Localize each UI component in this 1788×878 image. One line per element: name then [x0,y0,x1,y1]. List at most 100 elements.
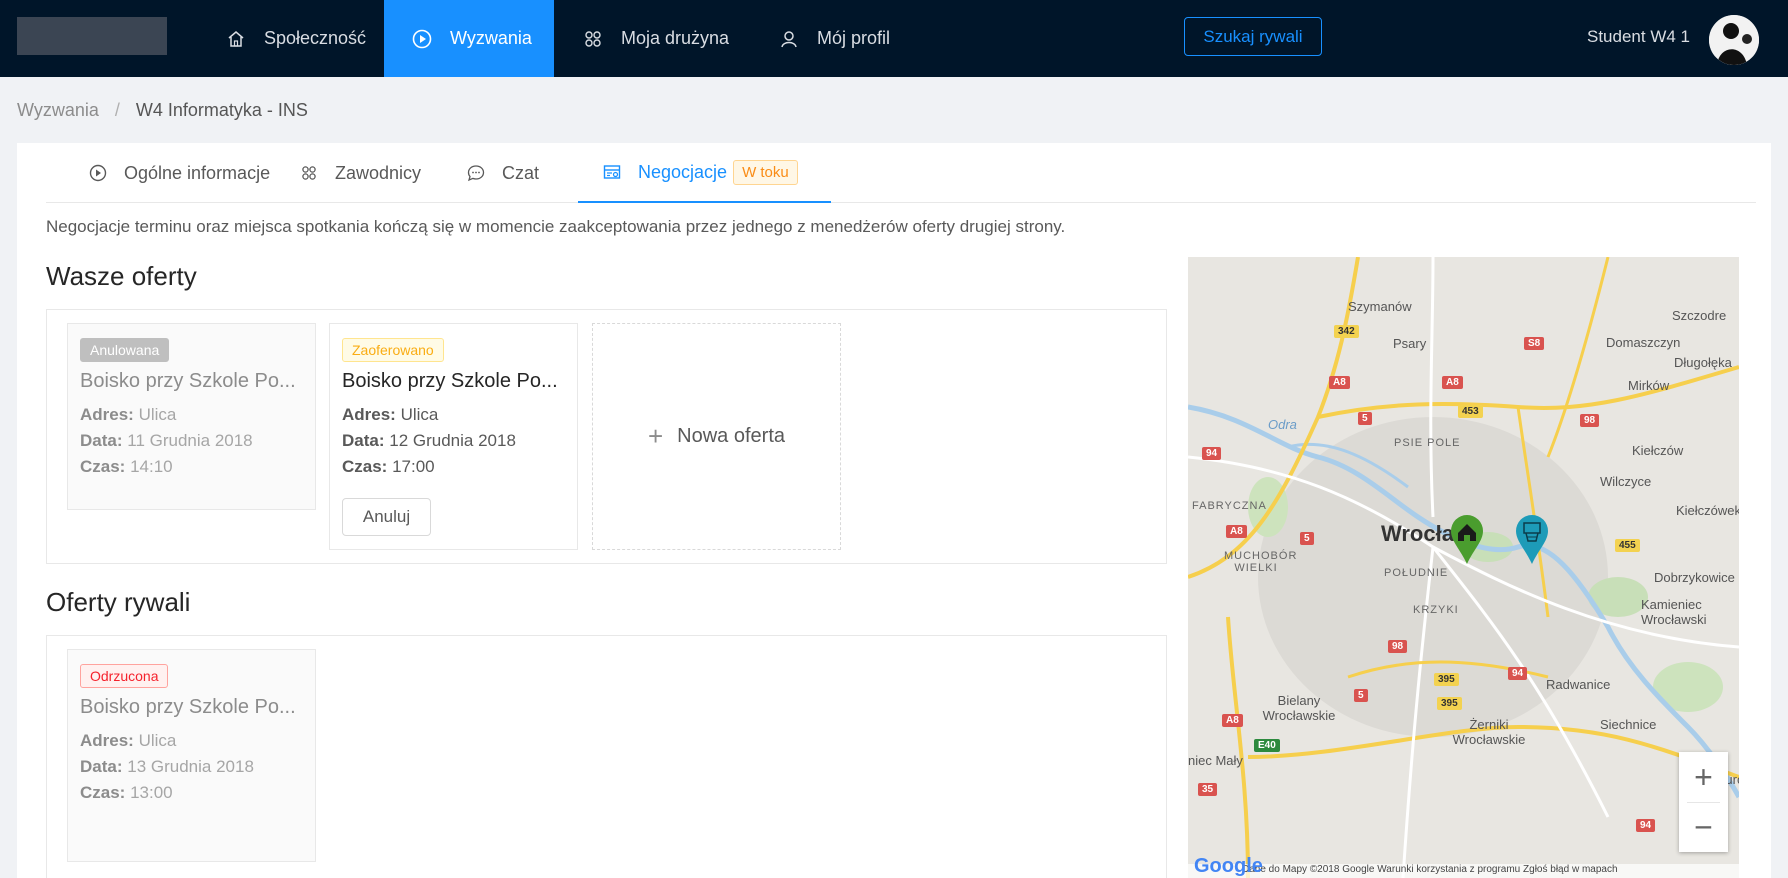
road-shield: A8 [1226,525,1247,538]
road-shield: 453 [1458,405,1483,418]
map-label: Odra [1268,417,1297,432]
zoom-divider [1687,802,1720,803]
offer-time: Czas: 14:10 [80,457,173,476]
nav-item-label: Moja drużyna [621,28,730,48]
road-shield: 98 [1580,414,1600,427]
offer-time: Czas: 17:00 [342,457,435,476]
map-label: Mirków [1628,378,1670,393]
road-shield: A8 [1329,376,1350,389]
map-label: Żerniki Wrocławskie [1452,717,1526,747]
offer-date: Data: 12 Grudnia 2018 [342,431,516,450]
map-label: MUCHOBÓR WIELKI [1224,550,1298,574]
road-shield: 455 [1615,539,1640,552]
status-tag: Zaoferowano [342,338,444,362]
map-label: Dobrzykowice [1654,570,1735,585]
road-shield: 98 [1388,640,1408,653]
map-label: Szymanów [1348,299,1412,314]
road-shield: A8 [1442,376,1463,389]
breadcrumb-current: W4 Informatyka - INS [135,100,308,120]
map-label: niec Mały [1188,753,1243,768]
nav-item-label: Społeczność [264,28,367,48]
zoom-in-button[interactable]: + [1679,752,1728,802]
map-label: Wilczyce [1600,474,1652,489]
user-name[interactable]: Student W4 1 [1587,27,1690,47]
map-label: Psary [1393,336,1427,351]
road-shield: 342 [1334,325,1359,338]
app-logo[interactable] [17,17,167,55]
offer-time: Czas: 13:00 [80,783,173,802]
schedule-icon [602,162,622,182]
status-tag: Anulowana [80,338,170,362]
tab-zawodnicy[interactable]: Zawodnicy [299,143,421,203]
map-label: Długołęka [1674,355,1732,370]
breadcrumb-root-link[interactable]: Wyzwania [17,100,99,121]
tab-negocjacje[interactable]: Negocjacje W toku [578,143,831,203]
tab-ogolne-informacje[interactable]: Ogólne informacje [88,143,270,203]
nav-item-wyzwania[interactable]: Wyzwania [384,0,554,77]
road-shield: A8 [1222,714,1243,727]
road-shield: 5 [1358,412,1372,425]
our-offers-panel: Anulowana Boisko przy Szkole Po... Adres… [46,309,1167,564]
road-shield: S8 [1524,337,1545,350]
map-label: POŁUDNIE [1384,567,1449,579]
tab-bar: Ogólne informacje Zawodnicy Czat Negocja… [46,143,1756,203]
status-tag: Odrzucona [80,664,169,688]
offer-address: Adres: Ulica [342,405,439,424]
nav-item-label: Mój profil [817,28,891,48]
search-rivals-button[interactable]: Szukaj rywali [1184,17,1322,56]
home-icon [226,29,246,49]
road-shield: 5 [1300,532,1314,545]
map-label: PSIE POLE [1394,437,1461,449]
map-label: Radwanice [1546,677,1611,692]
road-shield: 5 [1354,689,1368,702]
map-label: Domaszczyn [1606,335,1681,350]
zoom-out-button[interactable]: − [1679,802,1728,852]
map-attribution[interactable]: Dane do Mapy ©2018 Google Warunki korzys… [1188,864,1739,878]
map-label: Kamieniec Wrocławski [1641,597,1707,627]
offer-address: Adres: Ulica [80,731,177,750]
offer-card[interactable]: Odrzucona Boisko przy Szkole Po... Adres… [67,649,316,862]
map-label: KRZYKI [1413,604,1459,616]
nav-item-moja-druzyna[interactable]: Moja drużyna [583,0,729,77]
home-field-marker-icon[interactable] [1450,515,1484,570]
cancel-offer-button[interactable]: Anuluj [342,498,431,536]
nav-item-moj-profil[interactable]: Mój profil [779,0,890,77]
road-shield: 395 [1437,697,1462,710]
tab-label: Czat [502,162,540,183]
map-label: Kiełczów [1632,443,1684,458]
map-label: Bielany Wrocławskie [1262,693,1336,723]
avatar[interactable] [1709,15,1759,65]
map[interactable]: Szymanów Szczodre Psary Domaszczyn Długo… [1188,257,1739,878]
offer-address: Adres: Ulica [80,405,177,424]
road-shield: 94 [1508,667,1528,680]
court-marker-icon[interactable] [1515,515,1549,570]
team-icon [299,163,319,183]
play-circle-icon [88,163,108,183]
our-offers-title: Wasze oferty [46,261,197,291]
new-offer-label: Nowa oferta [677,425,786,447]
new-offer-button[interactable]: + Nowa oferta [592,323,841,550]
offer-title: Boisko przy Szkole Po... [342,370,558,392]
user-icon [779,29,799,49]
tab-label: Zawodnicy [335,162,422,183]
offer-title: Boisko przy Szkole Po... [80,370,296,392]
road-shield: 395 [1434,673,1459,686]
offer-title: Boisko przy Szkole Po... [80,696,296,718]
map-label: Kiełczówek [1676,503,1739,518]
google-logo: Google [1194,855,1263,877]
offer-card[interactable]: Zaoferowano Boisko przy Szkole Po... Adr… [329,323,578,550]
team-icon [583,29,603,49]
offer-date: Data: 13 Grudnia 2018 [80,757,254,776]
road-shield: 94 [1202,447,1222,460]
tab-label: Negocjacje [638,161,728,182]
message-icon [466,163,486,183]
tab-czat[interactable]: Czat [466,143,539,203]
breadcrumb-separator: / [114,100,120,120]
tab-label: Ogólne informacje [124,162,271,183]
road-shield: 94 [1636,819,1656,832]
negotiation-note: Negocjacje terminu oraz miejsca spotkani… [46,217,1066,236]
map-label: Szczodre [1672,308,1727,323]
offer-card[interactable]: Anulowana Boisko przy Szkole Po... Adres… [67,323,316,510]
status-badge: W toku [733,159,798,185]
nav-item-spolecznosc[interactable]: Społeczność [210,0,382,77]
